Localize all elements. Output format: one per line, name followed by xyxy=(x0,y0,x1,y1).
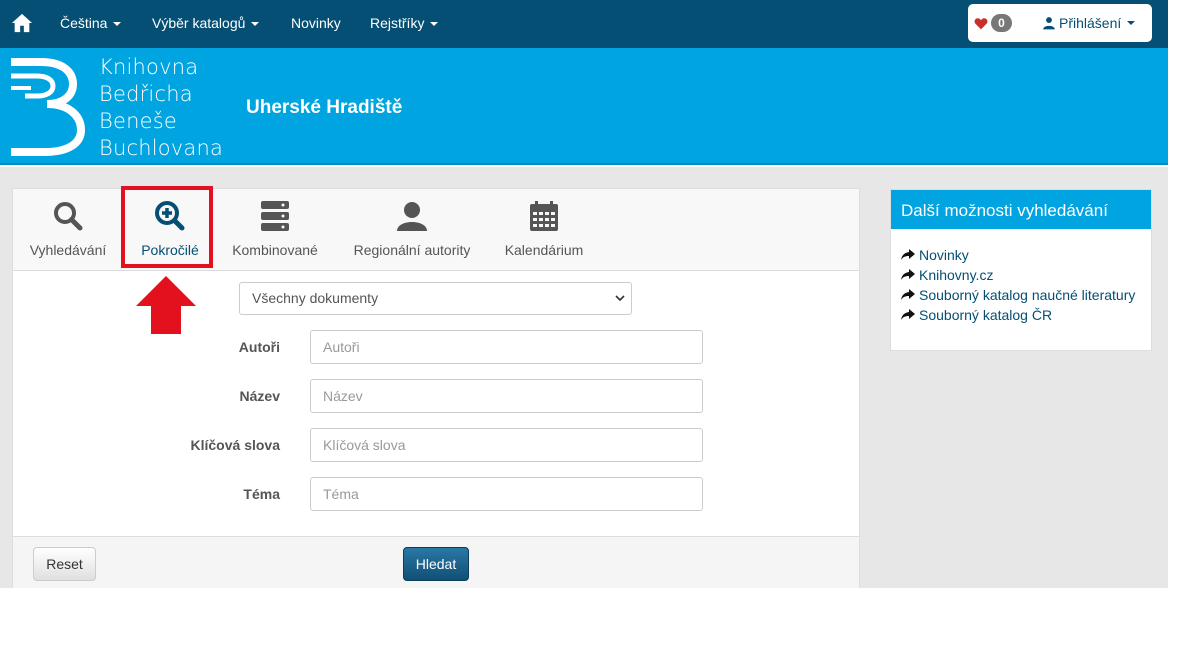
list-item: Knihovny.cz xyxy=(901,265,1151,285)
tab-label: Kalendárium xyxy=(504,242,584,258)
tab-regional-authorities[interactable]: Regionální autority xyxy=(343,189,481,271)
authors-label: Autoři xyxy=(238,339,280,355)
caret-down-icon xyxy=(113,22,122,27)
reset-button[interactable]: Reset xyxy=(33,547,96,581)
subject-label: Téma xyxy=(243,486,280,502)
more-search-options-list: Novinky Knihovny.cz Souborný katalog nau… xyxy=(891,229,1151,325)
title-input[interactable] xyxy=(310,379,703,413)
share-arrow-icon xyxy=(901,269,915,280)
nav-news-label: Novinky xyxy=(291,15,341,31)
user-icon xyxy=(1043,17,1055,30)
link-union-catalog-scientific[interactable]: Souborný katalog naučné literatury xyxy=(919,286,1135,304)
highlight-box xyxy=(121,186,213,268)
nav-registers-label: Rejstříky xyxy=(370,15,425,31)
link-union-catalog-cr[interactable]: Souborný katalog ČR xyxy=(919,306,1052,324)
share-arrow-icon xyxy=(901,249,915,260)
heart-icon xyxy=(974,17,988,29)
more-search-options-box: Další možnosti vyhledávání Novinky Kniho… xyxy=(890,189,1152,351)
title-label: Název xyxy=(239,388,280,404)
share-arrow-icon xyxy=(901,309,915,320)
tab-label: Kombinované xyxy=(232,242,318,258)
caret-down-icon xyxy=(1127,21,1136,25)
site-header: Knihovna Bedřicha Beneše Buchlovana Uher… xyxy=(0,48,1168,165)
city-title: Uherské Hradiště xyxy=(246,97,403,118)
nav-language-label: Čeština xyxy=(60,15,108,31)
tab-calendar[interactable]: Kalendárium xyxy=(497,189,591,271)
library-name-line: Buchlovana xyxy=(99,136,224,160)
home-icon[interactable] xyxy=(11,12,33,34)
nav-catalog-label: Výběr katalogů xyxy=(152,15,246,31)
login-label: Přihlášení xyxy=(1059,15,1122,31)
login-dropdown[interactable]: Přihlášení xyxy=(1042,15,1136,31)
library-name: Knihovna Bedřicha Beneše Buchlovana xyxy=(99,54,223,162)
nav-news-link[interactable]: Novinky xyxy=(291,15,341,31)
library-logo-icon[interactable] xyxy=(11,58,86,156)
document-type-value: Všechny dokumenty xyxy=(252,290,379,306)
library-name-line: Beneše xyxy=(99,109,177,133)
tab-label: Vyhledávání xyxy=(29,242,107,258)
arrow-up-icon xyxy=(136,276,196,334)
link-knihovny-cz[interactable]: Knihovny.cz xyxy=(919,266,993,284)
search-footer: Reset Hledat xyxy=(13,536,859,588)
list-item: Souborný katalog naučné literatury xyxy=(901,285,1151,305)
top-navbar: Čeština Výběr katalogů Novinky Rejstříky… xyxy=(0,0,1168,48)
server-stack-icon xyxy=(261,201,289,231)
subject-input[interactable] xyxy=(310,477,703,511)
library-name-line: Knihovna xyxy=(99,55,199,79)
favorites-button[interactable]: 0 xyxy=(974,14,1012,32)
favorites-count-badge: 0 xyxy=(991,14,1012,32)
user-icon xyxy=(397,202,427,231)
nav-language-dropdown[interactable]: Čeština xyxy=(60,15,122,31)
nav-registers-dropdown[interactable]: Rejstříky xyxy=(370,15,439,31)
tab-combined-search[interactable]: Kombinované xyxy=(226,189,324,271)
list-item: Novinky xyxy=(901,245,1151,265)
link-news[interactable]: Novinky xyxy=(919,246,969,264)
calendar-icon xyxy=(530,201,558,231)
list-item: Souborný katalog ČR xyxy=(901,305,1151,325)
document-type-select[interactable]: Všechny dokumenty xyxy=(239,282,632,315)
keywords-input[interactable] xyxy=(310,428,703,462)
keywords-label: Klíčová slova xyxy=(190,437,281,453)
authors-input[interactable] xyxy=(310,330,703,364)
caret-down-icon xyxy=(430,22,439,27)
share-arrow-icon xyxy=(901,289,915,300)
library-name-line: Bedřicha xyxy=(99,82,193,106)
search-icon xyxy=(54,202,83,231)
more-search-options-title: Další možnosti vyhledávání xyxy=(891,190,1151,229)
tab-basic-search[interactable]: Vyhledávání xyxy=(21,189,115,271)
tab-label: Regionální autority xyxy=(353,242,471,258)
chevron-down-icon xyxy=(615,295,625,302)
search-submit-button[interactable]: Hledat xyxy=(403,547,469,581)
nav-catalog-dropdown[interactable]: Výběr katalogů xyxy=(152,15,260,31)
caret-down-icon xyxy=(251,22,260,27)
user-box: 0 Přihlášení xyxy=(968,4,1152,42)
